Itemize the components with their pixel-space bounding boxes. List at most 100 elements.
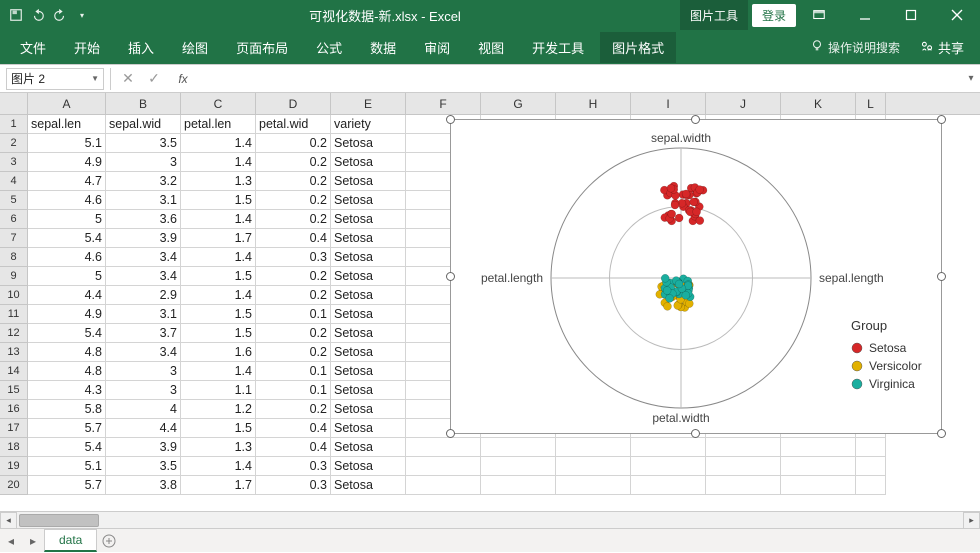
cell[interactable]: 0.2	[256, 343, 331, 362]
undo-icon[interactable]	[30, 7, 46, 23]
cell[interactable]: 4.7	[28, 172, 106, 191]
cell[interactable]: 3.1	[106, 305, 181, 324]
cell[interactable]	[856, 476, 886, 495]
cell[interactable]: 1.7	[181, 476, 256, 495]
row-header[interactable]: 3	[0, 153, 28, 172]
cell[interactable]: 3.9	[106, 229, 181, 248]
cell[interactable]: 1.5	[181, 324, 256, 343]
cell[interactable]: 1.4	[181, 362, 256, 381]
cell[interactable]: Setosa	[331, 248, 406, 267]
cell[interactable]: Setosa	[331, 191, 406, 210]
cell[interactable]: 1.5	[181, 419, 256, 438]
cell[interactable]: 0.2	[256, 286, 331, 305]
cell[interactable]	[631, 457, 706, 476]
embedded-image-object[interactable]: sepal.widthpetal.widthpetal.lengthsepal.…	[450, 119, 942, 434]
row-header[interactable]: 17	[0, 419, 28, 438]
cell[interactable]: 0.4	[256, 419, 331, 438]
cell[interactable]: 0.3	[256, 248, 331, 267]
resize-handle-bm[interactable]	[691, 429, 700, 438]
cell[interactable]: 3.5	[106, 134, 181, 153]
maximize-button[interactable]	[888, 0, 934, 30]
cell[interactable]: 1.5	[181, 305, 256, 324]
resize-handle-mr[interactable]	[937, 272, 946, 281]
cell[interactable]: 5	[28, 210, 106, 229]
cell[interactable]: 1.4	[181, 134, 256, 153]
row-header[interactable]: 4	[0, 172, 28, 191]
cell[interactable]: Setosa	[331, 476, 406, 495]
cell[interactable]	[406, 476, 481, 495]
cell[interactable]: 0.1	[256, 305, 331, 324]
scrollbar-track[interactable]	[17, 512, 963, 529]
row-header[interactable]: 15	[0, 381, 28, 400]
cell[interactable]: 0.1	[256, 381, 331, 400]
cell[interactable]: 4.9	[28, 153, 106, 172]
cell[interactable]: Setosa	[331, 134, 406, 153]
column-header-D[interactable]: D	[256, 93, 331, 114]
cell[interactable]: 1.3	[181, 172, 256, 191]
row-header[interactable]: 10	[0, 286, 28, 305]
cell[interactable]: 0.2	[256, 172, 331, 191]
cell[interactable]	[706, 476, 781, 495]
cell[interactable]	[781, 476, 856, 495]
cancel-edit-button[interactable]: ✕	[115, 68, 141, 90]
row-header[interactable]: 5	[0, 191, 28, 210]
cell[interactable]: 0.2	[256, 400, 331, 419]
cell[interactable]: 5.7	[28, 419, 106, 438]
row-header[interactable]: 6	[0, 210, 28, 229]
resize-handle-tm[interactable]	[691, 115, 700, 124]
cell[interactable]: Setosa	[331, 172, 406, 191]
cell[interactable]: 0.3	[256, 457, 331, 476]
tell-me-hint[interactable]: 操作说明搜索	[802, 39, 908, 56]
cell[interactable]: 5	[28, 267, 106, 286]
cell[interactable]: Setosa	[331, 457, 406, 476]
cell[interactable]: variety	[331, 115, 406, 134]
cell[interactable]: 4.6	[28, 191, 106, 210]
cell[interactable]: 4	[106, 400, 181, 419]
cell[interactable]	[706, 438, 781, 457]
cell[interactable]: 5.1	[28, 457, 106, 476]
cell[interactable]: 0.4	[256, 438, 331, 457]
cell[interactable]: 5.1	[28, 134, 106, 153]
cell[interactable]: 1.7	[181, 229, 256, 248]
cell[interactable]	[856, 457, 886, 476]
column-header-B[interactable]: B	[106, 93, 181, 114]
cell[interactable]	[406, 457, 481, 476]
cell[interactable]: 3.4	[106, 248, 181, 267]
cell[interactable]: 5.7	[28, 476, 106, 495]
cell[interactable]: 4.8	[28, 362, 106, 381]
column-header-J[interactable]: J	[706, 93, 781, 114]
confirm-edit-button[interactable]: ✓	[141, 68, 167, 90]
row-header[interactable]: 20	[0, 476, 28, 495]
sheet-nav-prev[interactable]: ◂	[0, 534, 22, 548]
column-header-G[interactable]: G	[481, 93, 556, 114]
cell[interactable]	[556, 438, 631, 457]
cell[interactable]: 1.6	[181, 343, 256, 362]
cell[interactable]	[481, 457, 556, 476]
cell[interactable]: 3.1	[106, 191, 181, 210]
cell[interactable]: 3.4	[106, 267, 181, 286]
ribbon-tab-开始[interactable]: 开始	[62, 32, 112, 63]
column-header-A[interactable]: A	[28, 93, 106, 114]
cell[interactable]: sepal.wid	[106, 115, 181, 134]
scrollbar-thumb[interactable]	[19, 514, 99, 527]
column-header-H[interactable]: H	[556, 93, 631, 114]
resize-handle-bl[interactable]	[446, 429, 455, 438]
cell[interactable]: 1.4	[181, 248, 256, 267]
sheet-nav-next[interactable]: ▸	[22, 534, 44, 548]
column-header-F[interactable]: F	[406, 93, 481, 114]
column-header-L[interactable]: L	[856, 93, 886, 114]
ribbon-tab-审阅[interactable]: 审阅	[412, 32, 462, 63]
name-box[interactable]: 图片 2 ▼	[6, 68, 104, 90]
resize-handle-br[interactable]	[937, 429, 946, 438]
cell[interactable]: Setosa	[331, 267, 406, 286]
row-header[interactable]: 2	[0, 134, 28, 153]
cell[interactable]: sepal.len	[28, 115, 106, 134]
cell[interactable]	[556, 457, 631, 476]
cell[interactable]: 1.4	[181, 286, 256, 305]
cell[interactable]: petal.len	[181, 115, 256, 134]
row-header[interactable]: 1	[0, 115, 28, 134]
cell[interactable]: 3.8	[106, 476, 181, 495]
row-header[interactable]: 18	[0, 438, 28, 457]
cell[interactable]: 5.4	[28, 324, 106, 343]
cell[interactable]: Setosa	[331, 419, 406, 438]
